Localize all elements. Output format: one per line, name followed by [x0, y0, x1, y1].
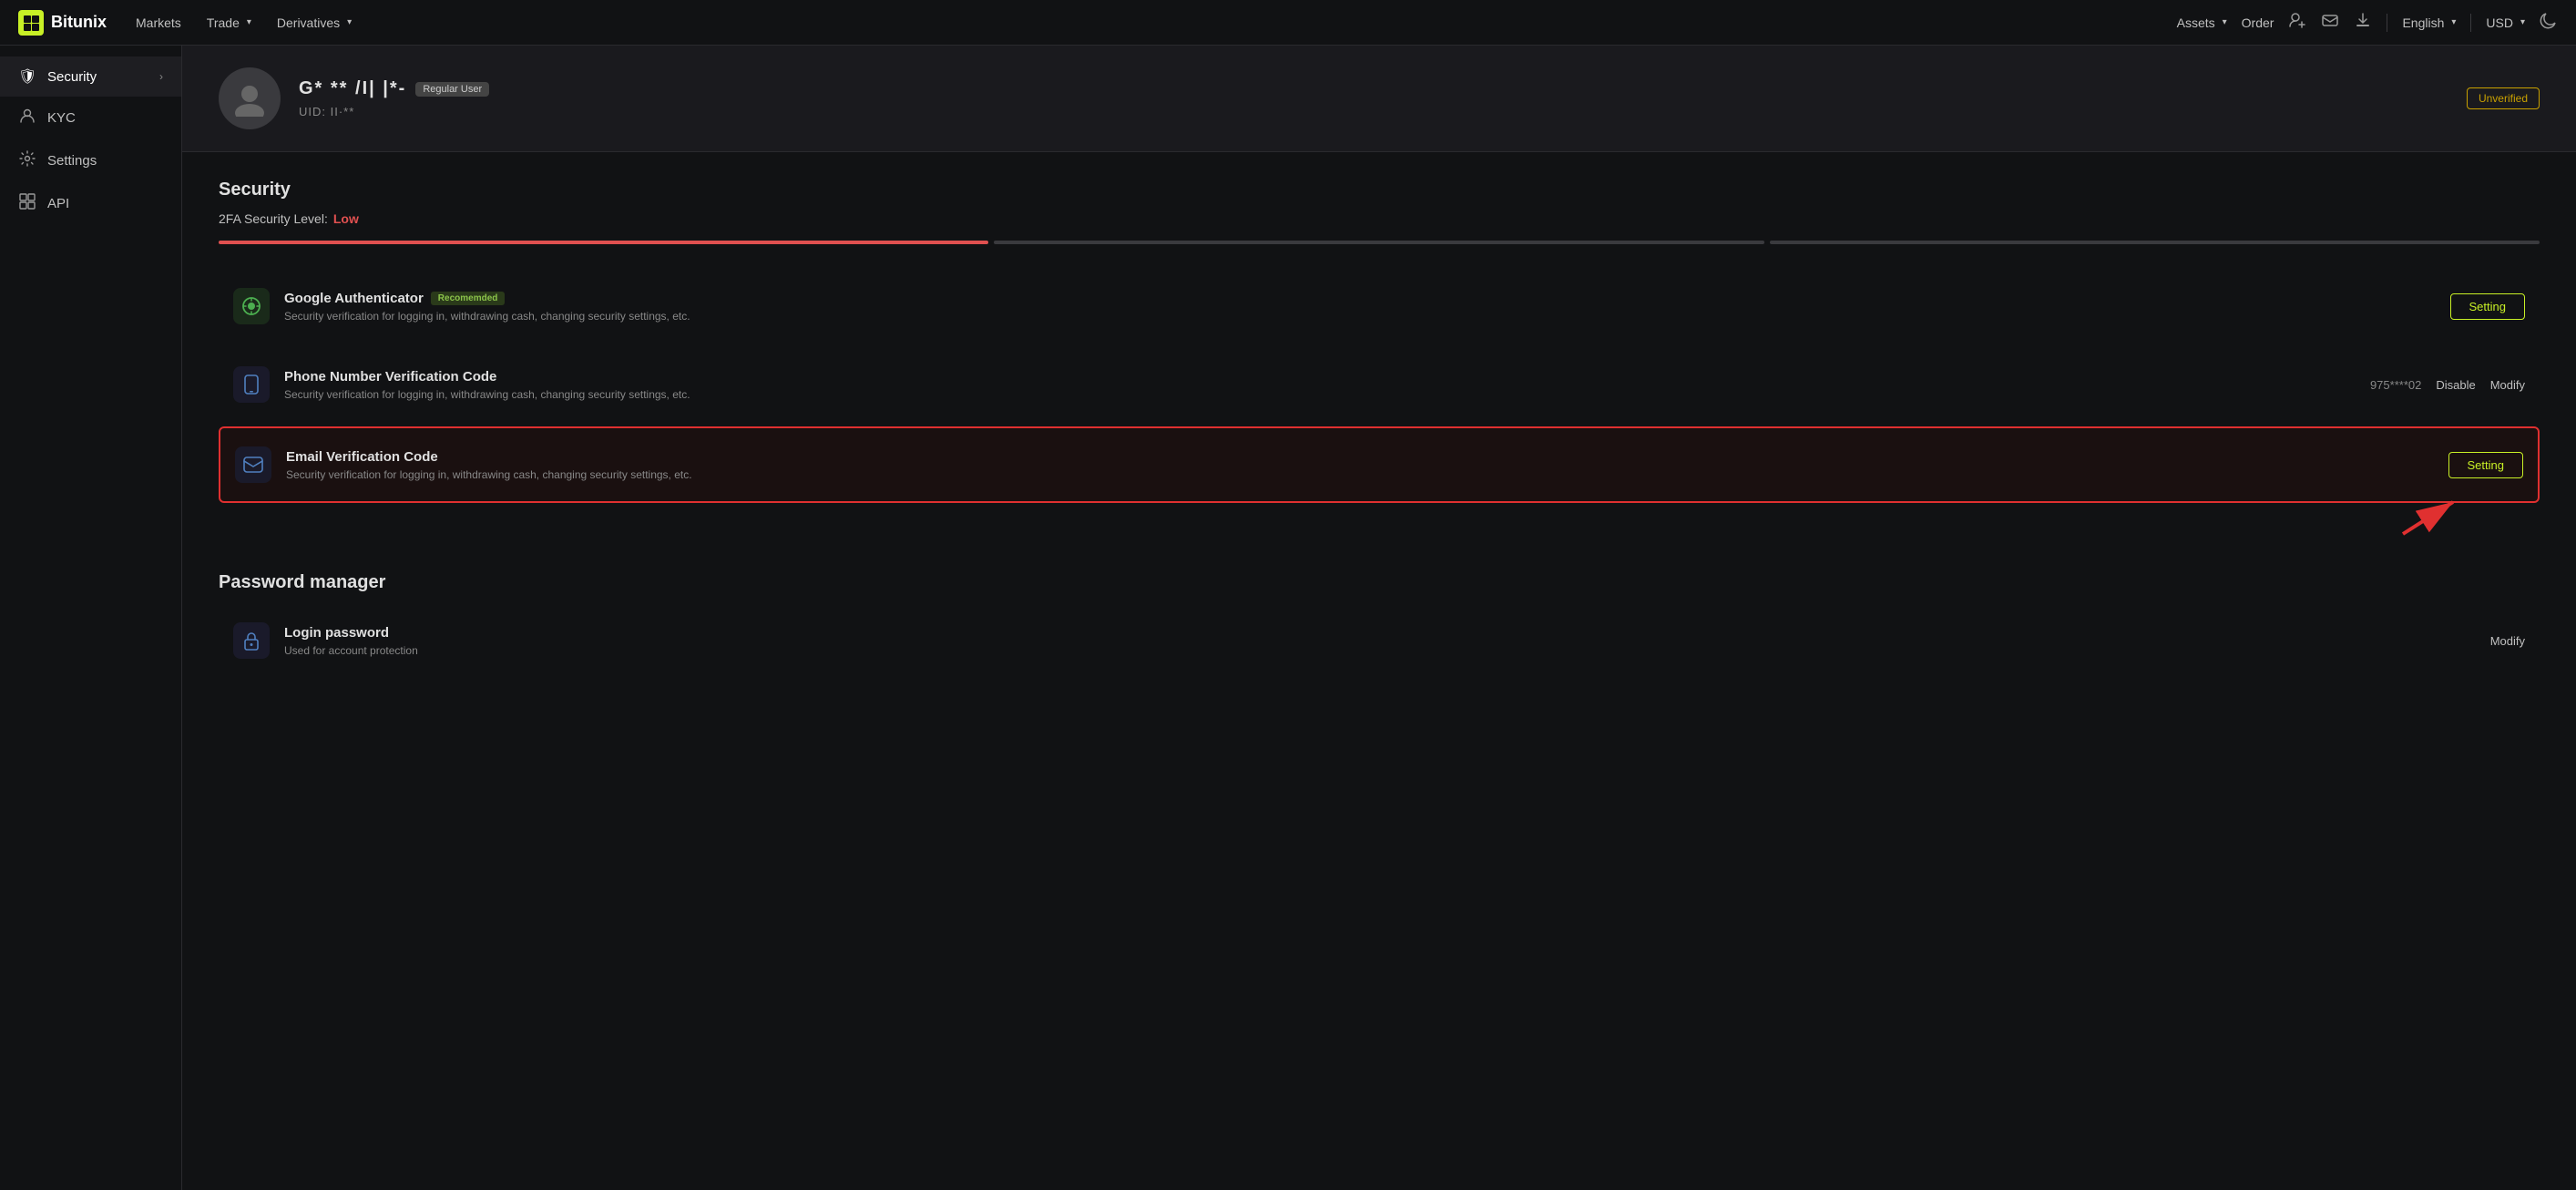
phone-number: 975****02	[2370, 378, 2421, 392]
sidebar-item-kyc[interactable]: KYC	[0, 97, 181, 139]
login-password-info: Login password Used for account protecti…	[284, 625, 2476, 657]
progress-seg-1	[219, 241, 988, 244]
header: Bitunix Markets Trade Derivatives Assets…	[0, 0, 2576, 46]
sidebar: 🛡 Security › KYC Settings API	[0, 46, 182, 1190]
email-info: Email Verification Code Security verific…	[286, 449, 2434, 481]
security-item-google-auth: Google Authenticator Recomemded Security…	[219, 270, 2540, 343]
content: G* ** /I| |*- Regular User UID: II·** Un…	[182, 46, 2576, 1190]
gear-icon	[18, 150, 36, 171]
arrow-annotation	[2394, 493, 2467, 541]
sidebar-label-security: Security	[47, 69, 97, 85]
nav-links: Markets Trade Derivatives	[136, 15, 2148, 30]
logo-text: Bitunix	[51, 13, 107, 32]
sidebar-label-settings: Settings	[47, 153, 97, 169]
email-desc: Security verification for logging in, wi…	[286, 468, 2434, 481]
profile-uid: UID: II·**	[299, 105, 489, 118]
lock-icon	[233, 622, 270, 659]
sidebar-label-api: API	[47, 196, 69, 211]
login-password-actions: Modify	[2490, 634, 2525, 648]
nav-markets[interactable]: Markets	[136, 15, 181, 30]
email-icon	[235, 446, 271, 483]
progress-seg-3	[1770, 241, 2540, 244]
phone-actions: 975****02 Disable Modify	[2370, 378, 2525, 392]
email-title: Email Verification Code	[286, 449, 2434, 465]
phone-icon	[233, 366, 270, 403]
avatar	[219, 67, 281, 129]
security-title: Security	[219, 180, 2540, 200]
google-auth-icon	[233, 288, 270, 324]
divider2	[2470, 14, 2471, 32]
password-section: Password manager Login password Used for…	[182, 572, 2576, 704]
phone-info: Phone Number Verification Code Security …	[284, 369, 2356, 401]
google-auth-info: Google Authenticator Recomemded Security…	[284, 291, 2436, 323]
google-auth-title: Google Authenticator Recomemded	[284, 291, 2436, 306]
uid-value: II·**	[331, 105, 355, 118]
profile-info: G* ** /I| |*- Regular User UID: II·**	[299, 78, 489, 118]
moon-icon[interactable]	[2540, 11, 2558, 34]
sidebar-item-settings[interactable]: Settings	[0, 139, 181, 182]
mail-icon[interactable]	[2321, 11, 2339, 34]
security-item-email: Email Verification Code Security verific…	[219, 426, 2540, 503]
phone-modify-btn[interactable]: Modify	[2490, 378, 2525, 392]
shield-icon: 🛡	[18, 67, 36, 86]
uid-label: UID:	[299, 105, 326, 118]
email-setting-btn[interactable]: Setting	[2448, 452, 2523, 478]
nav-trade[interactable]: Trade	[207, 15, 251, 30]
progress-seg-2	[994, 241, 1763, 244]
login-password-modify-btn[interactable]: Modify	[2490, 634, 2525, 648]
email-actions: Setting	[2448, 452, 2523, 478]
sidebar-arrow-security: ›	[159, 70, 163, 83]
regular-user-badge: Regular User	[415, 82, 489, 97]
phone-title: Phone Number Verification Code	[284, 369, 2356, 385]
unverified-badge[interactable]: Unverified	[2467, 87, 2540, 109]
phone-desc: Security verification for logging in, wi…	[284, 388, 2356, 401]
google-auth-actions: Setting	[2450, 293, 2525, 320]
login-password-title: Login password	[284, 625, 2476, 641]
google-auth-setting-btn[interactable]: Setting	[2450, 293, 2525, 320]
header-right: Assets Order English USD	[2177, 11, 2558, 34]
security-level-row: 2FA Security Level: Low	[219, 211, 2540, 226]
progress-bar	[219, 241, 2540, 244]
assets-btn[interactable]: Assets	[2177, 15, 2227, 30]
sidebar-item-api[interactable]: API	[0, 182, 181, 225]
order-btn[interactable]: Order	[2242, 15, 2274, 30]
phone-disable-btn[interactable]: Disable	[2436, 378, 2475, 392]
profile-name-row: G* ** /I| |*- Regular User	[299, 78, 489, 99]
password-manager-title: Password manager	[219, 572, 2540, 593]
google-auth-desc: Security verification for logging in, wi…	[284, 310, 2436, 323]
nav-derivatives[interactable]: Derivatives	[277, 15, 352, 30]
password-item-login: Login password Used for account protecti…	[219, 604, 2540, 677]
main-layout: 🛡 Security › KYC Settings API	[0, 46, 2576, 1190]
profile-left: G* ** /I| |*- Regular User UID: II·**	[219, 67, 489, 129]
profile-banner: G* ** /I| |*- Regular User UID: II·** Un…	[182, 46, 2576, 152]
currency-btn[interactable]: USD	[2486, 15, 2525, 30]
recommended-badge: Recomemded	[431, 292, 506, 305]
logo[interactable]: Bitunix	[18, 10, 107, 36]
user-icon	[18, 108, 36, 128]
sidebar-label-kyc: KYC	[47, 110, 76, 126]
profile-name: G* ** /I| |*-	[299, 78, 406, 99]
user-add-icon[interactable]	[2288, 11, 2306, 34]
logo-icon	[18, 10, 44, 36]
level-label: 2FA Security Level:	[219, 211, 328, 226]
download-icon[interactable]	[2354, 11, 2372, 34]
security-item-phone: Phone Number Verification Code Security …	[219, 348, 2540, 421]
sidebar-item-security[interactable]: 🛡 Security ›	[0, 56, 181, 97]
api-icon	[18, 193, 36, 214]
language-btn[interactable]: English	[2402, 15, 2456, 30]
level-value: Low	[333, 211, 359, 226]
login-password-desc: Used for account protection	[284, 644, 2476, 657]
security-section: Security 2FA Security Level: Low Google …	[182, 152, 2576, 536]
